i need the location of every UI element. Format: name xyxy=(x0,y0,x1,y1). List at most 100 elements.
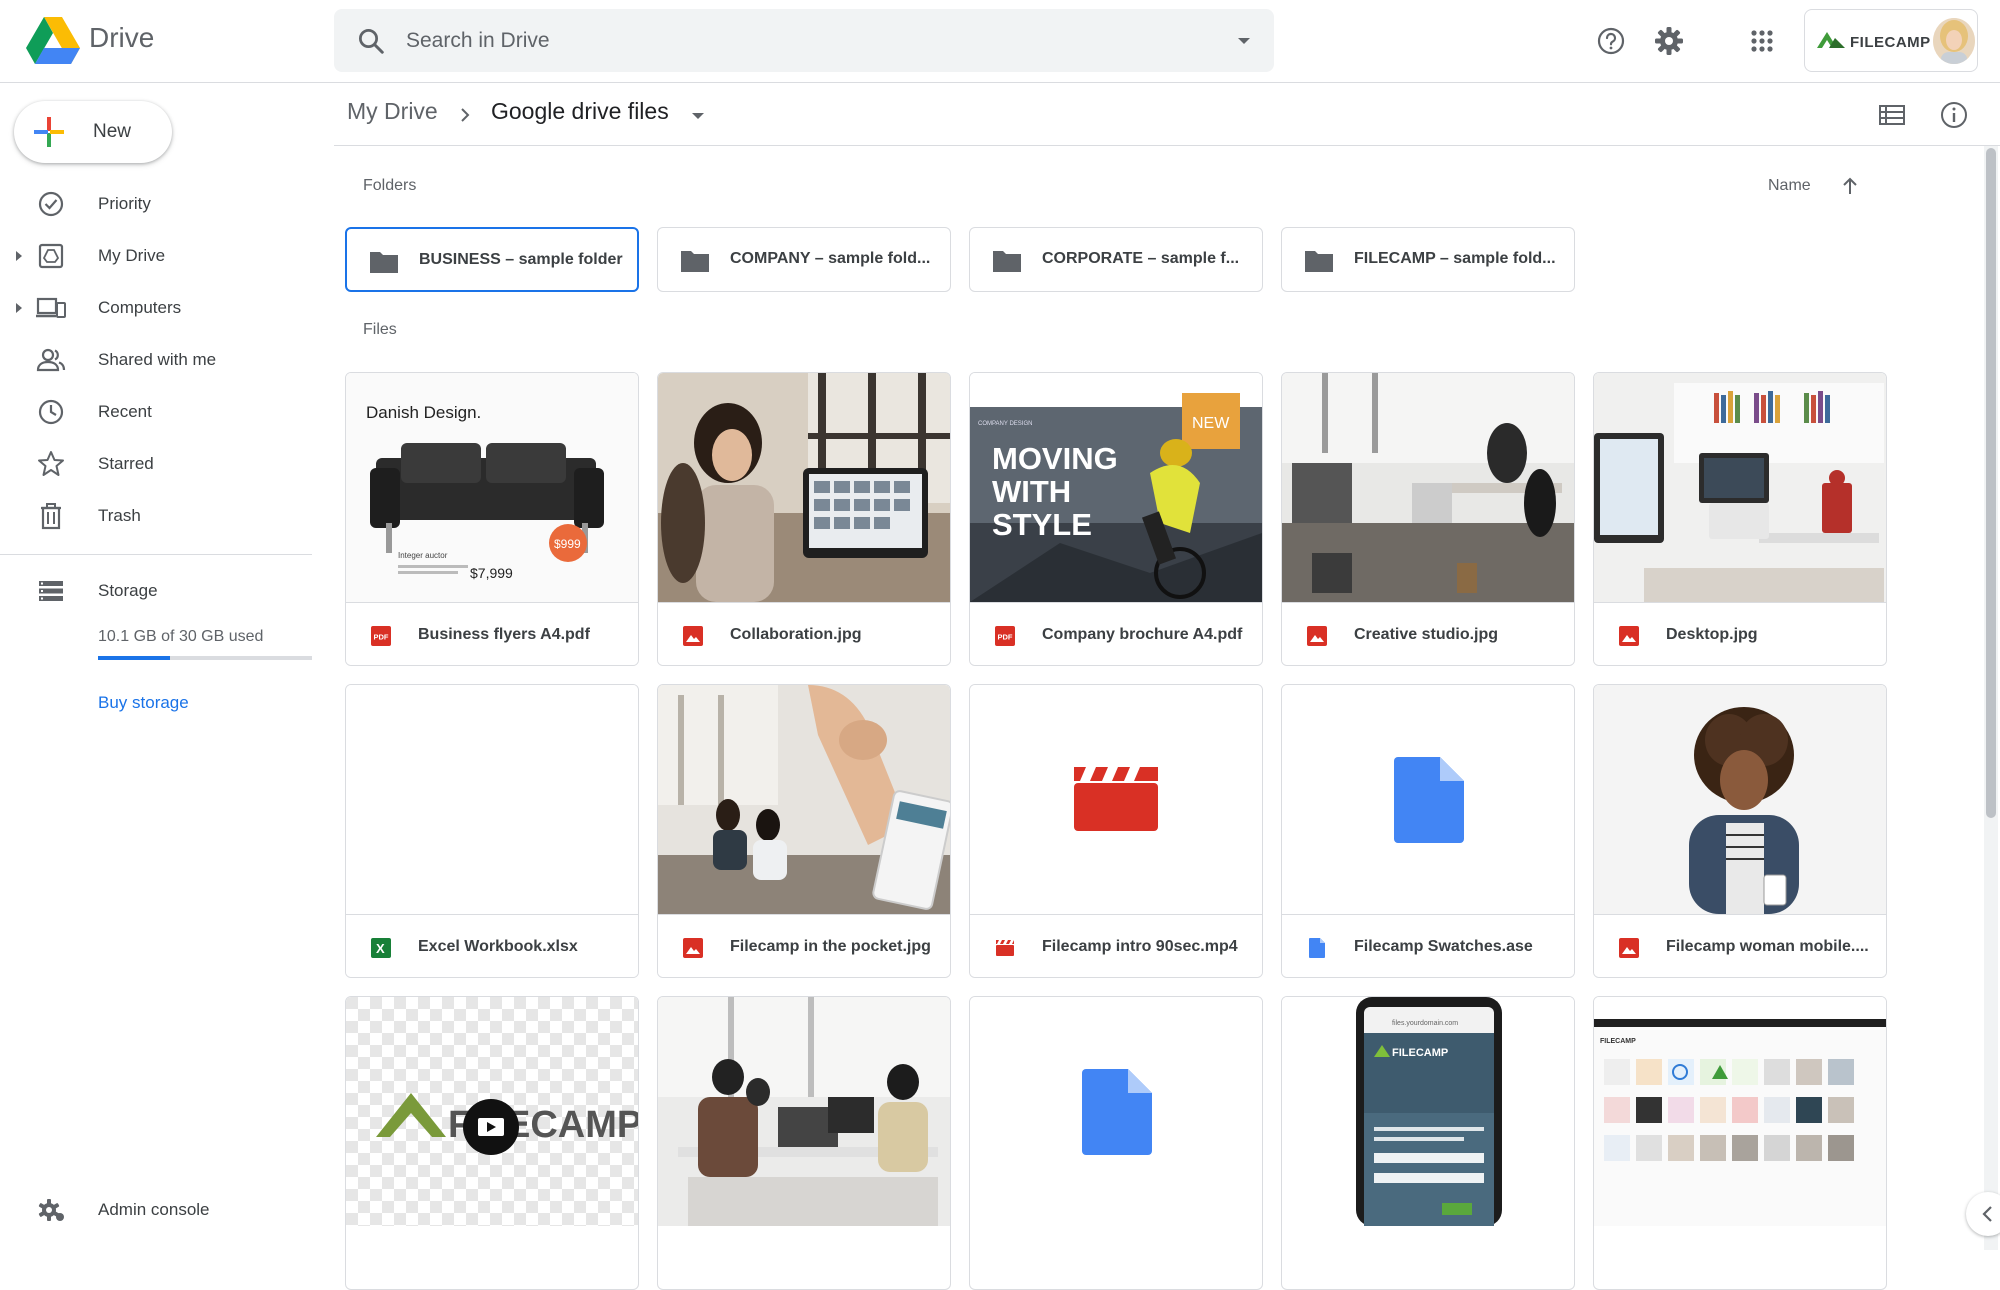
account-switcher[interactable]: FILECAMP xyxy=(1804,9,1978,72)
plus-icon xyxy=(34,117,64,147)
buy-storage-link[interactable]: Buy storage xyxy=(98,693,189,713)
doc-file-icon xyxy=(1309,938,1325,958)
search-bar[interactable] xyxy=(334,9,1274,72)
recent-clock-icon xyxy=(38,399,64,425)
my-drive-icon xyxy=(38,243,64,269)
laptop-brand-text: FILECAMP xyxy=(1600,1038,1636,1045)
image-file-icon xyxy=(1307,626,1327,646)
breadcrumb-current-folder[interactable]: Google drive files xyxy=(491,98,669,125)
sort-by-name-button[interactable]: Name xyxy=(1768,177,1811,195)
storage-icon xyxy=(39,581,63,601)
storage-progress-fill xyxy=(98,656,171,660)
file-name: Filecamp Swatches.ase xyxy=(1354,938,1533,955)
svg-text:X: X xyxy=(376,941,385,956)
file-card[interactable]: Filecamp woman mobile.... xyxy=(1593,684,1887,978)
file-thumbnail: Danish Design. $999 Integer auctor $7,99… xyxy=(346,373,638,602)
video-file-icon xyxy=(996,940,1014,956)
priority-icon xyxy=(38,191,64,217)
file-card[interactable]: FILECAMP xyxy=(1593,996,1887,1290)
sidebar-item-my-drive[interactable]: My Drive xyxy=(0,233,320,279)
sidebar-item-priority[interactable]: Priority xyxy=(0,181,320,227)
sidebar-item-starred[interactable]: Starred xyxy=(0,441,320,487)
app-name[interactable]: Drive xyxy=(89,22,154,54)
file-card[interactable] xyxy=(969,996,1263,1290)
sidebar-item-label: My Drive xyxy=(98,246,166,265)
file-card[interactable]: Filecamp intro 90sec.mp4 xyxy=(969,684,1263,978)
sidebar-item-trash[interactable]: Trash xyxy=(0,493,320,539)
file-card[interactable]: files.yourdomain.com FILECAMP xyxy=(1281,996,1575,1290)
file-thumbnail xyxy=(970,997,1262,1226)
video-clapper-icon xyxy=(1074,767,1158,831)
flyer-title-text: Danish Design. xyxy=(366,403,481,422)
expand-caret-icon[interactable] xyxy=(14,250,24,262)
file-thumbnail xyxy=(1282,373,1574,602)
file-card[interactable]: Creative studio.jpg xyxy=(1281,372,1575,666)
list-view-icon[interactable] xyxy=(1876,99,1908,131)
svg-text:PDF: PDF xyxy=(374,633,389,642)
file-name: Collaboration.jpg xyxy=(730,626,862,643)
file-card-footer: Desktop.jpg xyxy=(1594,602,1886,665)
sidebar-item-label: Trash xyxy=(98,506,141,525)
brochure-headline-2: WITH xyxy=(992,474,1071,509)
folder-item[interactable]: FILECAMP – sample fold... xyxy=(1281,227,1575,292)
file-card[interactable]: Filecamp in the pocket.jpg xyxy=(657,684,951,978)
flyer-price-text: $7,999 xyxy=(470,565,513,581)
file-card[interactable]: Desktop.jpg xyxy=(1593,372,1887,666)
file-card[interactable]: Danish Design. $999 Integer auctor $7,99… xyxy=(345,372,639,666)
file-card[interactable]: FILECAMP xyxy=(345,996,639,1290)
folder-item[interactable]: BUSINESS – sample folder xyxy=(345,227,639,292)
avatar[interactable] xyxy=(1933,18,1975,64)
search-icon[interactable] xyxy=(356,26,386,56)
document-icon xyxy=(1082,1069,1152,1155)
sidebar-item-label: Shared with me xyxy=(98,350,217,369)
side-panel-toggle-button[interactable] xyxy=(1966,1192,2000,1236)
sidebar-item-computers[interactable]: Computers xyxy=(0,285,320,331)
search-input[interactable] xyxy=(406,19,1186,62)
file-name: Business flyers A4.pdf xyxy=(418,626,590,643)
sidebar-item-storage[interactable]: Storage xyxy=(0,568,320,614)
folder-menu-chevron-icon[interactable] xyxy=(690,108,706,124)
folder-item[interactable]: COMPANY – sample fold... xyxy=(657,227,951,292)
brochure-new-badge: NEW xyxy=(1192,415,1230,432)
file-card-footer: PDF Company brochure A4.pdf xyxy=(970,602,1262,665)
file-name: Company brochure A4.pdf xyxy=(1042,626,1243,643)
file-card[interactable]: COMPANY DESIGN MOVING WITH STYLE NEW PDF… xyxy=(969,372,1263,666)
pdf-file-icon: PDF xyxy=(371,626,391,646)
sidebar-item-shared-with-me[interactable]: Shared with me xyxy=(0,337,320,383)
breadcrumb-my-drive[interactable]: My Drive xyxy=(347,98,438,125)
apps-grid-icon[interactable] xyxy=(1742,21,1782,61)
new-button-label: New xyxy=(93,121,132,142)
brochure-headline-3: STYLE xyxy=(992,507,1092,542)
folder-icon xyxy=(1305,251,1333,272)
new-button[interactable]: New xyxy=(14,101,172,163)
expand-caret-icon[interactable] xyxy=(14,302,24,314)
sidebar-item-label: Priority xyxy=(98,194,151,213)
file-thumbnail: FILECAMP xyxy=(1594,997,1886,1226)
sidebar-item-label: Computers xyxy=(98,298,182,317)
folder-item[interactable]: CORPORATE – sample f... xyxy=(969,227,1263,292)
sidebar-item-admin-console[interactable]: Admin console xyxy=(0,1187,320,1233)
sidebar-item-recent[interactable]: Recent xyxy=(0,389,320,435)
storage-usage-text: 10.1 GB of 30 GB used xyxy=(98,628,264,645)
computers-icon xyxy=(36,297,66,318)
search-options-chevron-icon[interactable] xyxy=(1236,33,1252,49)
help-icon[interactable] xyxy=(1591,21,1631,61)
file-card[interactable]: X Excel Workbook.xlsx xyxy=(345,684,639,978)
drive-logo-icon[interactable] xyxy=(26,17,80,65)
settings-gear-icon[interactable] xyxy=(1649,21,1689,61)
chevron-right-icon xyxy=(461,108,470,122)
file-card[interactable]: Filecamp Swatches.ase xyxy=(1281,684,1575,978)
file-thumbnail: COMPANY DESIGN MOVING WITH STYLE NEW xyxy=(970,373,1262,602)
image-file-icon xyxy=(1619,938,1639,958)
account-brand-name: FILECAMP xyxy=(1850,34,1931,51)
scrollbar-thumb[interactable] xyxy=(1986,148,1996,818)
phone-url-text: files.yourdomain.com xyxy=(1392,1020,1458,1027)
file-thumbnail xyxy=(1594,685,1886,914)
file-thumbnail xyxy=(346,685,638,914)
details-info-icon[interactable] xyxy=(1938,99,1970,131)
file-thumbnail: FILECAMP xyxy=(346,997,638,1226)
chevron-left-icon xyxy=(1982,1206,1992,1222)
sort-ascending-arrow-icon[interactable] xyxy=(1838,174,1862,198)
file-card[interactable]: Collaboration.jpg xyxy=(657,372,951,666)
file-card[interactable] xyxy=(657,996,951,1290)
